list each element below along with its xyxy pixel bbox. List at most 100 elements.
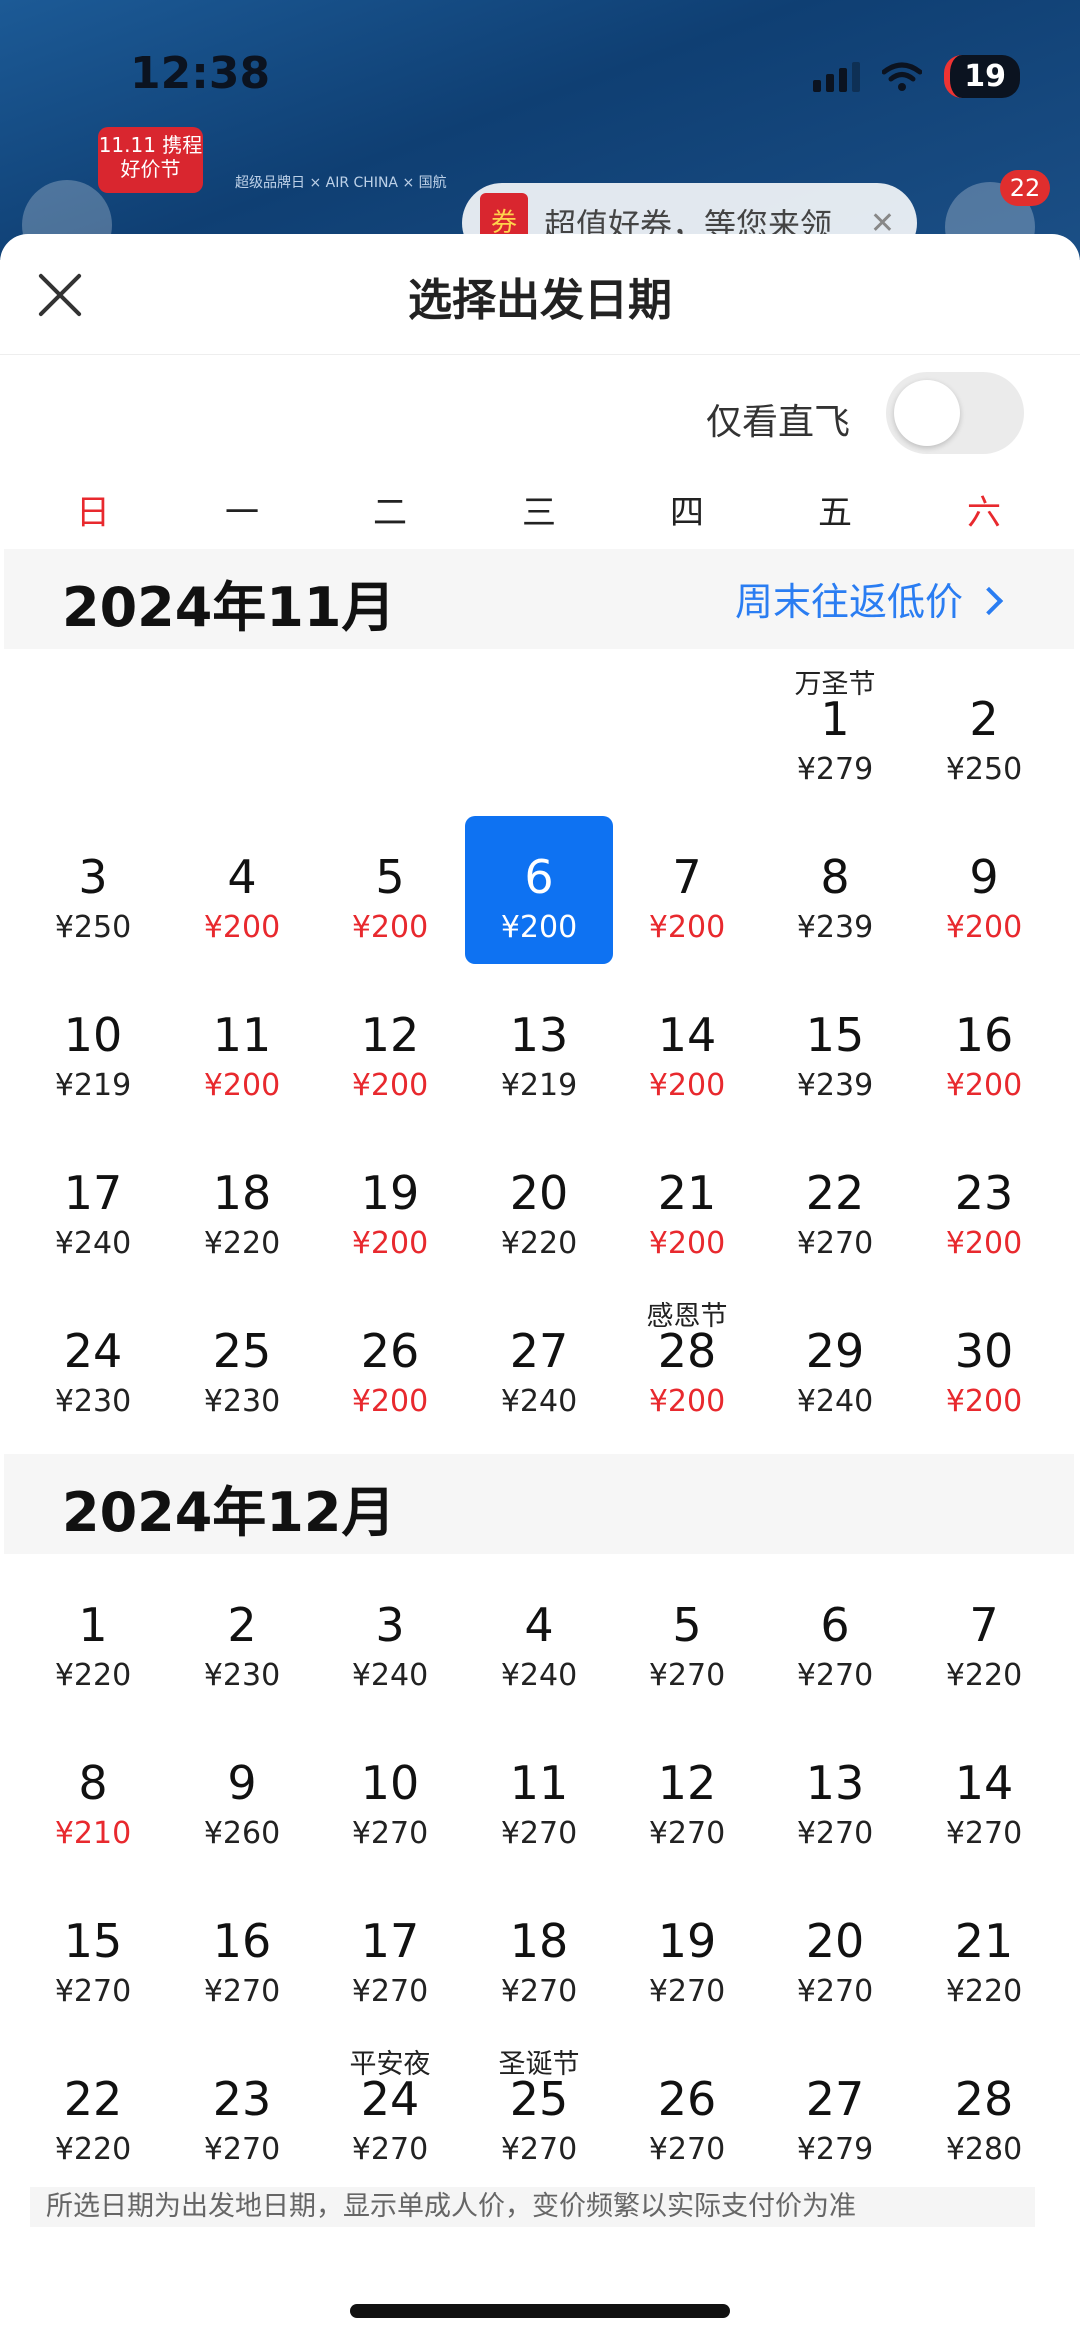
day-cell[interactable]: 15 ¥239 [761, 974, 909, 1122]
day-cell[interactable]: 3 ¥250 [19, 816, 167, 964]
day-cell[interactable]: 5 ¥200 [316, 816, 464, 964]
notification-badge: 22 [1000, 170, 1050, 206]
day-cell[interactable]: 2 ¥230 [168, 1564, 316, 1712]
weekday-header: 日一二三四五六 [0, 473, 1080, 553]
day-price: ¥200 [203, 910, 281, 945]
day-cell[interactable]: 28 ¥280 [910, 2038, 1058, 2186]
day-cell[interactable]: 22 ¥270 [761, 1132, 909, 1280]
direct-flight-label: 仅看直飞 [705, 402, 850, 443]
month-title: 2024年11月 [62, 576, 396, 639]
day-cell[interactable]: 20 ¥220 [465, 1132, 613, 1280]
day-cell[interactable]: 圣诞节 25 ¥270 [465, 2038, 613, 2186]
day-cell[interactable]: 14 ¥200 [613, 974, 761, 1122]
day-price: ¥220 [945, 1658, 1023, 1693]
day-price: ¥220 [500, 1226, 578, 1261]
day-price: ¥200 [945, 910, 1023, 945]
day-cell[interactable]: 万圣节 1 ¥279 [761, 658, 909, 806]
day-cell[interactable]: 7 ¥200 [613, 816, 761, 964]
day-cell[interactable]: 2 ¥250 [910, 658, 1058, 806]
day-cell[interactable]: 7 ¥220 [910, 1564, 1058, 1712]
day-cell-selected[interactable]: 6 ¥200 [465, 816, 613, 964]
day-cell[interactable]: 20 ¥270 [761, 1880, 909, 2028]
day-price: ¥270 [351, 1974, 429, 2009]
day-price: ¥270 [648, 1816, 726, 1851]
day-cell[interactable]: 19 ¥270 [613, 1880, 761, 2028]
day-price: ¥240 [54, 1226, 132, 1261]
home-indicator[interactable] [350, 2304, 730, 2318]
day-cell[interactable]: 26 ¥270 [613, 2038, 761, 2186]
day-number: 7 [672, 850, 702, 904]
day-cell[interactable]: 5 ¥270 [613, 1564, 761, 1712]
day-number: 4 [227, 850, 257, 904]
day-cell[interactable]: 3 ¥240 [316, 1564, 464, 1712]
day-number: 23 [954, 1166, 1014, 1220]
day-number: 16 [954, 1008, 1014, 1062]
day-cell[interactable]: 16 ¥200 [910, 974, 1058, 1122]
day-number: 8 [820, 850, 850, 904]
day-cell[interactable]: 18 ¥220 [168, 1132, 316, 1280]
day-cell[interactable]: 12 ¥200 [316, 974, 464, 1122]
day-cell[interactable]: 平安夜 24 ¥270 [316, 2038, 464, 2186]
wifi-icon [882, 62, 923, 91]
day-number: 6 [524, 850, 554, 904]
day-number: 4 [524, 1598, 554, 1652]
weekday-2: 二 [373, 493, 407, 533]
day-price: ¥230 [203, 1658, 281, 1693]
day-cell[interactable]: 16 ¥270 [168, 1880, 316, 2028]
day-cell[interactable]: 13 ¥219 [465, 974, 613, 1122]
day-cell[interactable]: 感恩节 28 ¥200 [613, 1290, 761, 1438]
month-header: 2024年12月 [4, 1454, 1074, 1554]
weekend-roundtrip-link[interactable]: 周末往返低价 [735, 571, 1004, 626]
day-cell[interactable]: 9 ¥260 [168, 1722, 316, 1870]
day-cell[interactable]: 6 ¥270 [761, 1564, 909, 1712]
day-price: ¥270 [500, 1974, 578, 2009]
day-cell[interactable]: 10 ¥270 [316, 1722, 464, 1870]
weekday-1: 一 [225, 493, 259, 533]
day-cell[interactable]: 23 ¥200 [910, 1132, 1058, 1280]
day-cell[interactable]: 27 ¥279 [761, 2038, 909, 2186]
day-cell[interactable]: 21 ¥200 [613, 1132, 761, 1280]
day-number: 11 [212, 1008, 272, 1062]
day-cell[interactable]: 17 ¥270 [316, 1880, 464, 2028]
day-cell[interactable]: 10 ¥219 [19, 974, 167, 1122]
day-cell[interactable]: 14 ¥270 [910, 1722, 1058, 1870]
day-cell[interactable]: 4 ¥240 [465, 1564, 613, 1712]
day-cell[interactable]: 17 ¥240 [19, 1132, 167, 1280]
day-price: ¥270 [648, 1974, 726, 2009]
day-cell[interactable]: 30 ¥200 [910, 1290, 1058, 1438]
day-cell[interactable]: 8 ¥210 [19, 1722, 167, 1870]
day-cell[interactable]: 24 ¥230 [19, 1290, 167, 1438]
day-number: 9 [969, 850, 999, 904]
day-number: 18 [212, 1166, 272, 1220]
day-number: 26 [657, 2072, 717, 2126]
day-number: 13 [805, 1756, 865, 1810]
day-cell[interactable]: 26 ¥200 [316, 1290, 464, 1438]
day-cell[interactable]: 29 ¥240 [761, 1290, 909, 1438]
direct-flight-toggle[interactable] [886, 372, 1024, 454]
cellular-signal-icon [813, 61, 861, 92]
toggle-knob [894, 380, 960, 446]
day-number: 20 [805, 1914, 865, 1968]
day-number: 28 [954, 2072, 1014, 2126]
day-cell[interactable]: 11 ¥270 [465, 1722, 613, 1870]
day-cell[interactable]: 13 ¥270 [761, 1722, 909, 1870]
day-cell[interactable]: 11 ¥200 [168, 974, 316, 1122]
day-number: 22 [63, 2072, 123, 2126]
day-cell[interactable]: 19 ¥200 [316, 1132, 464, 1280]
day-cell[interactable]: 8 ¥239 [761, 816, 909, 964]
day-price: ¥220 [54, 1658, 132, 1693]
day-cell[interactable]: 18 ¥270 [465, 1880, 613, 2028]
day-cell[interactable]: 27 ¥240 [465, 1290, 613, 1438]
day-price: ¥270 [351, 2132, 429, 2167]
day-cell[interactable]: 25 ¥230 [168, 1290, 316, 1438]
day-cell[interactable]: 22 ¥220 [19, 2038, 167, 2186]
day-cell[interactable]: 21 ¥220 [910, 1880, 1058, 2028]
day-cell[interactable]: 4 ¥200 [168, 816, 316, 964]
day-cell[interactable]: 23 ¥270 [168, 2038, 316, 2186]
day-number: 2 [227, 1598, 257, 1652]
day-cell[interactable]: 1 ¥220 [19, 1564, 167, 1712]
day-cell[interactable]: 12 ¥270 [613, 1722, 761, 1870]
day-cell[interactable]: 9 ¥200 [910, 816, 1058, 964]
day-price: ¥279 [796, 752, 874, 787]
day-cell[interactable]: 15 ¥270 [19, 1880, 167, 2028]
